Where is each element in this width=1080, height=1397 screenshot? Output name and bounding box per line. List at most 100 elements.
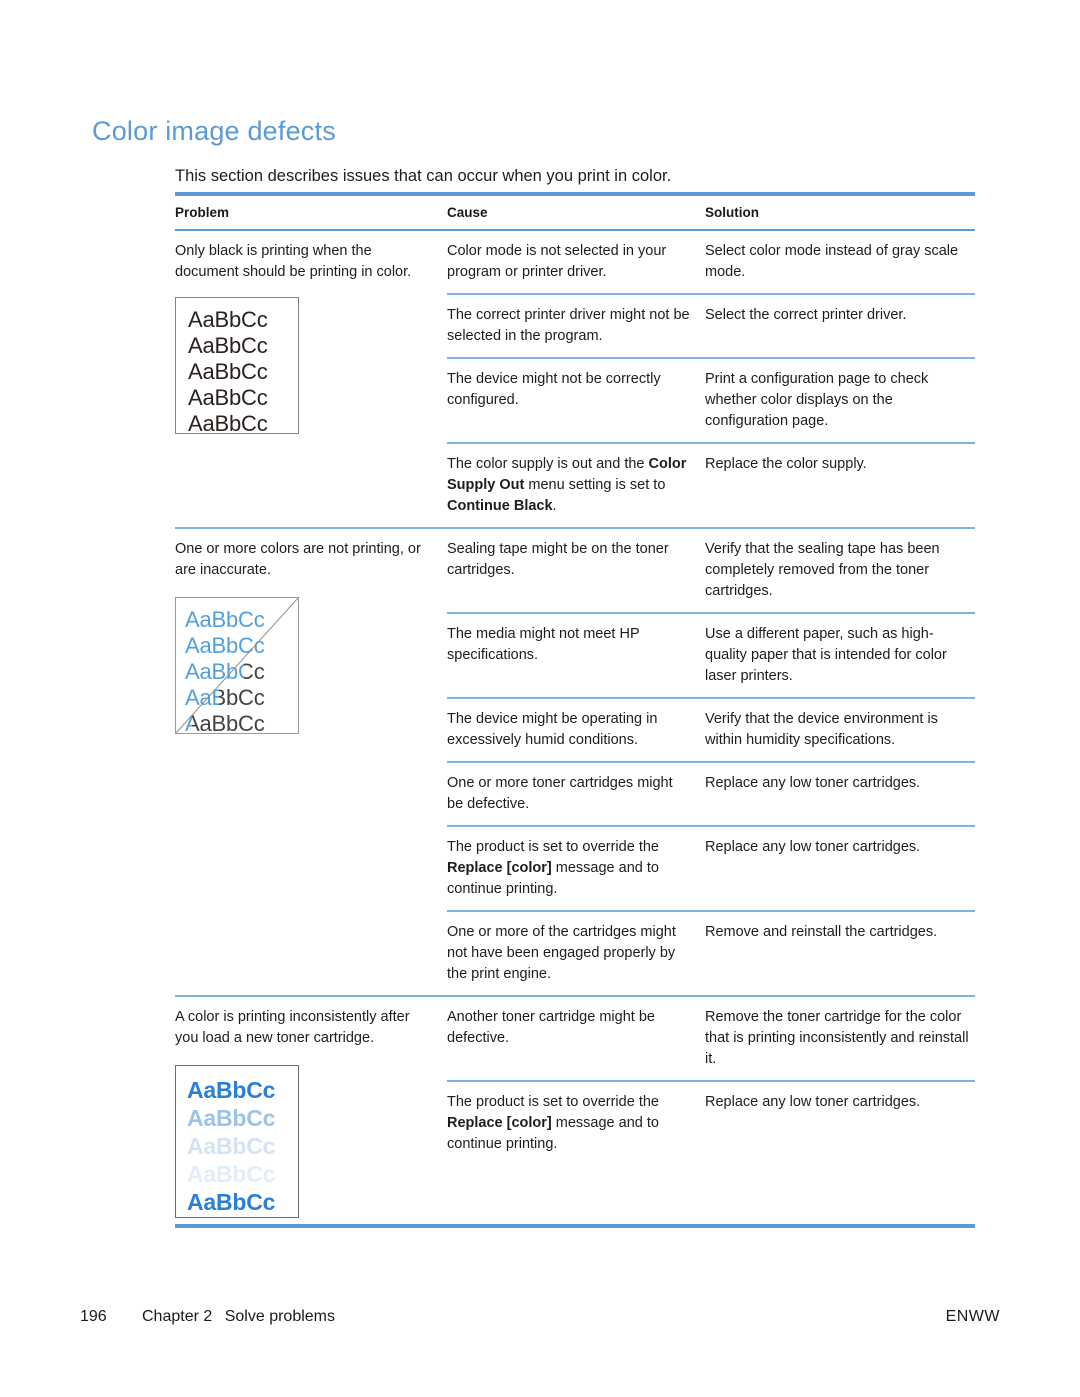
sample-text-line: AaBbCc (185, 685, 298, 711)
solution-cell: Replace any low toner cartridges. (705, 1092, 975, 1155)
emphasis-text: Replace [color] (447, 860, 552, 877)
table-subrow: The correct printer driver might not be … (447, 295, 975, 357)
solution-text: Select the correct printer driver. (705, 307, 907, 324)
column-header-problem: Problem (175, 205, 230, 220)
problem-text: A color is printing inconsistently after… (175, 1009, 410, 1047)
cause-text: Color mode is not selected in your progr… (447, 243, 667, 281)
table-subrow: The color supply is out and the Color Su… (447, 444, 975, 527)
table-subrow: The product is set to override the Repla… (447, 1082, 975, 1165)
table-subrow: Another toner cartridge might be defecti… (447, 997, 975, 1080)
cause-cell: Color mode is not selected in your progr… (447, 241, 705, 283)
cause-text: The device might not be correctly config… (447, 371, 661, 409)
cause-cell: Sealing tape might be on the toner cartr… (447, 539, 705, 602)
cause-cell: One or more of the cartridges might not … (447, 922, 705, 985)
solution-cell: Replace any low toner cartridges. (705, 837, 975, 900)
footer-locale: ENWW (945, 1308, 1000, 1325)
cause-cell: The device might be operating in excessi… (447, 709, 705, 751)
sample-text-line: AaBbCc (187, 1133, 276, 1160)
cause-cell: The media might not meet HP specificatio… (447, 624, 705, 687)
document-page: Color image defects This section describ… (0, 0, 1080, 1397)
table-row: Only black is printing when the document… (175, 231, 975, 527)
emphasis-text: Color Supply Out (447, 456, 687, 494)
cause-cell: The product is set to override the Repla… (447, 837, 705, 900)
sample-text-line: AaBbCc (187, 1161, 276, 1188)
cause-text: Another toner cartridge might be defecti… (447, 1009, 655, 1047)
table-subrow: One or more of the cartridges might not … (447, 912, 975, 995)
cause-solution-rows: Another toner cartridge might be defecti… (447, 997, 975, 1224)
cause-cell: Another toner cartridge might be defecti… (447, 1007, 705, 1070)
table-row: A color is printing inconsistently after… (175, 997, 975, 1224)
table-subrow: The device might not be correctly config… (447, 359, 975, 442)
cause-text: One or more of the cartridges might not … (447, 924, 676, 983)
cause-text: The device might be operating in excessi… (447, 711, 658, 749)
column-header-cause: Cause (447, 205, 488, 220)
table-subrow: The media might not meet HP specificatio… (447, 614, 975, 697)
defects-table: Problem Cause Solution Only black is pri… (175, 192, 975, 1229)
sample-text-line: AaBbCc (187, 1189, 276, 1216)
table-subrow: Sealing tape might be on the toner cartr… (447, 529, 975, 612)
solution-text: Verify that the device environment is wi… (705, 711, 938, 749)
solution-cell: Use a different paper, such as high-qual… (705, 624, 975, 687)
cause-text: The color supply is out and the Color Su… (447, 456, 687, 515)
sample-text-line: AaBbCc (185, 711, 298, 733)
cause-solution-rows: Sealing tape might be on the toner cartr… (447, 529, 975, 995)
sample-text-line: AaBbCc (188, 307, 268, 333)
problem-cell: Only black is printing when the document… (175, 231, 447, 527)
problem-cell: One or more colors are not printing, or … (175, 529, 447, 995)
cause-cell: The device might not be correctly config… (447, 369, 705, 432)
solution-cell: Remove and reinstall the cartridges. (705, 922, 975, 985)
footer-chapter-title: Solve problems (224, 1308, 335, 1325)
footer-chapter: Chapter 2 Solve problems (142, 1308, 946, 1326)
solution-text: Print a configuration page to check whet… (705, 371, 929, 430)
solution-text: Select color mode instead of gray scale … (705, 243, 959, 281)
cause-cell: The color supply is out and the Color Su… (447, 454, 705, 517)
table-subrow: Color mode is not selected in your progr… (447, 231, 975, 293)
cause-cell: The correct printer driver might not be … (447, 305, 705, 347)
sample-text-line: AaBbCc (188, 359, 268, 385)
solution-cell: Select color mode instead of gray scale … (705, 241, 975, 283)
cause-text: The correct printer driver might not be … (447, 307, 690, 345)
footer-page-number: 196 (80, 1308, 107, 1325)
cause-cell: One or more toner cartridges might be de… (447, 773, 705, 815)
table-subrow: One or more toner cartridges might be de… (447, 763, 975, 825)
cause-text: Sealing tape might be on the toner cartr… (447, 541, 669, 579)
cause-text: The product is set to override the Repla… (447, 839, 659, 898)
problem-cell: A color is printing inconsistently after… (175, 997, 447, 1224)
solution-text: Replace any low toner cartridges. (705, 775, 921, 792)
solution-cell: Replace the color supply. (705, 454, 975, 517)
cause-text: The product is set to override the Repla… (447, 1094, 659, 1153)
cause-text: One or more toner cartridges might be de… (447, 775, 673, 813)
sample-text-line: AaBbCc (188, 411, 268, 435)
page-footer: 196 Chapter 2 Solve problems ENWW (80, 1308, 1000, 1326)
cause-cell: The product is set to override the Repla… (447, 1092, 705, 1155)
solution-text: Remove and reinstall the cartridges. (705, 924, 938, 941)
sample-image-partial-color: AaBbCc AaBbCc AaBbCc AaBbCc AaBbCc (175, 597, 299, 735)
page-title: Color image defects (92, 116, 336, 147)
sample-text-line: AaBbCc (187, 1077, 276, 1104)
table-bottom-rule (175, 1224, 975, 1229)
intro-paragraph: This section describes issues that can o… (175, 166, 672, 185)
solution-cell: Remove the toner cartridge for the color… (705, 1007, 975, 1070)
solution-cell: Replace any low toner cartridges. (705, 773, 975, 815)
table-body: Only black is printing when the document… (175, 231, 975, 1224)
solution-cell: Select the correct printer driver. (705, 305, 975, 347)
sample-image-fading-color: AaBbCc AaBbCc AaBbCc AaBbCc AaBbCc (175, 1065, 299, 1219)
solution-text: Verify that the sealing tape has been co… (705, 541, 940, 600)
solution-cell: Verify that the device environment is wi… (705, 709, 975, 751)
sample-text-line: AaBbCc (185, 607, 298, 633)
solution-cell: Verify that the sealing tape has been co… (705, 539, 975, 602)
cause-text: The media might not meet HP specificatio… (447, 626, 640, 664)
table-row: One or more colors are not printing, or … (175, 529, 975, 995)
emphasis-text: Replace [color] (447, 1115, 552, 1132)
sample-text-line: AaBbCc (187, 1105, 276, 1132)
sample-text-line: AaBbCc (188, 333, 268, 359)
sample-text-line: AaBbCc (188, 385, 268, 411)
table-header-row: Problem Cause Solution (175, 196, 975, 229)
footer-chapter-label: Chapter 2 (142, 1308, 213, 1325)
solution-text: Replace any low toner cartridges. (705, 1094, 921, 1111)
sample-text-line: AaBbCc (185, 633, 298, 659)
solution-cell: Print a configuration page to check whet… (705, 369, 975, 432)
problem-text: Only black is printing when the document… (175, 243, 412, 281)
table-subrow: The device might be operating in excessi… (447, 699, 975, 761)
sample-text-line: AaBbCc (185, 659, 298, 685)
